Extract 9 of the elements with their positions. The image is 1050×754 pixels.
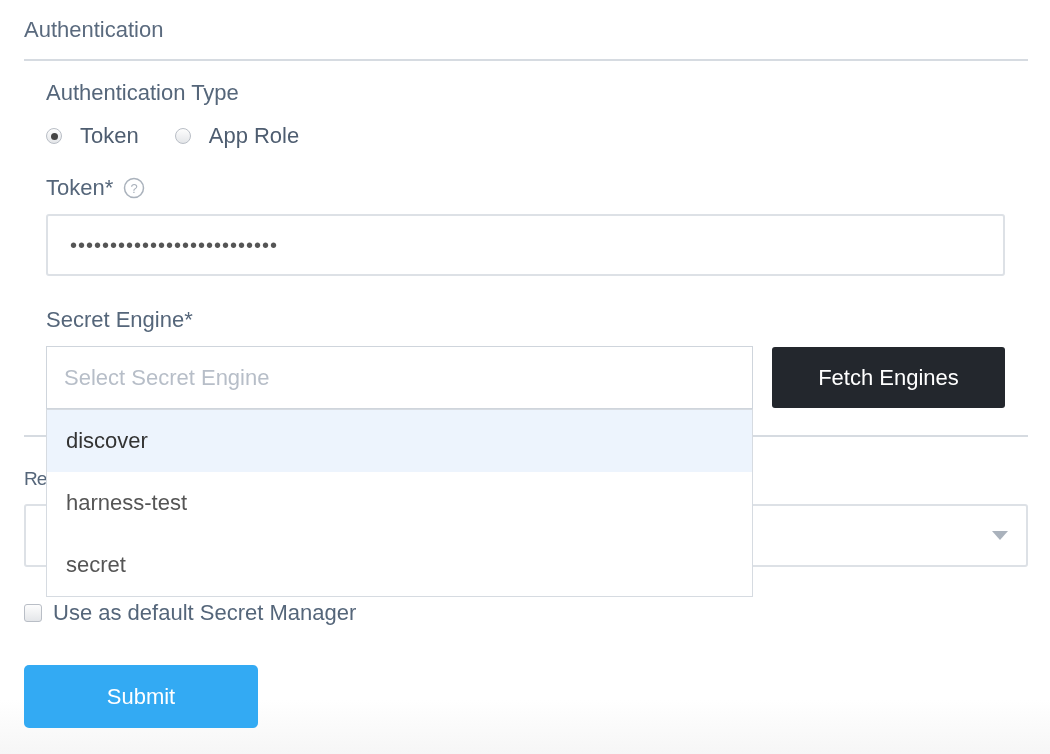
field-label: Secret Engine* (46, 306, 194, 334)
masked-value: •••••••••••••••••••••••••• (70, 233, 279, 257)
field-label: Token* (46, 174, 114, 202)
checkbox-label: Use as default Secret Manager (53, 600, 357, 626)
radio-label: Token (80, 123, 139, 149)
radio-label: App Role (208, 123, 300, 149)
section-title: Authentication (24, 16, 165, 44)
field-label: Re (24, 467, 47, 491)
field-label: Authentication Type (46, 79, 240, 107)
